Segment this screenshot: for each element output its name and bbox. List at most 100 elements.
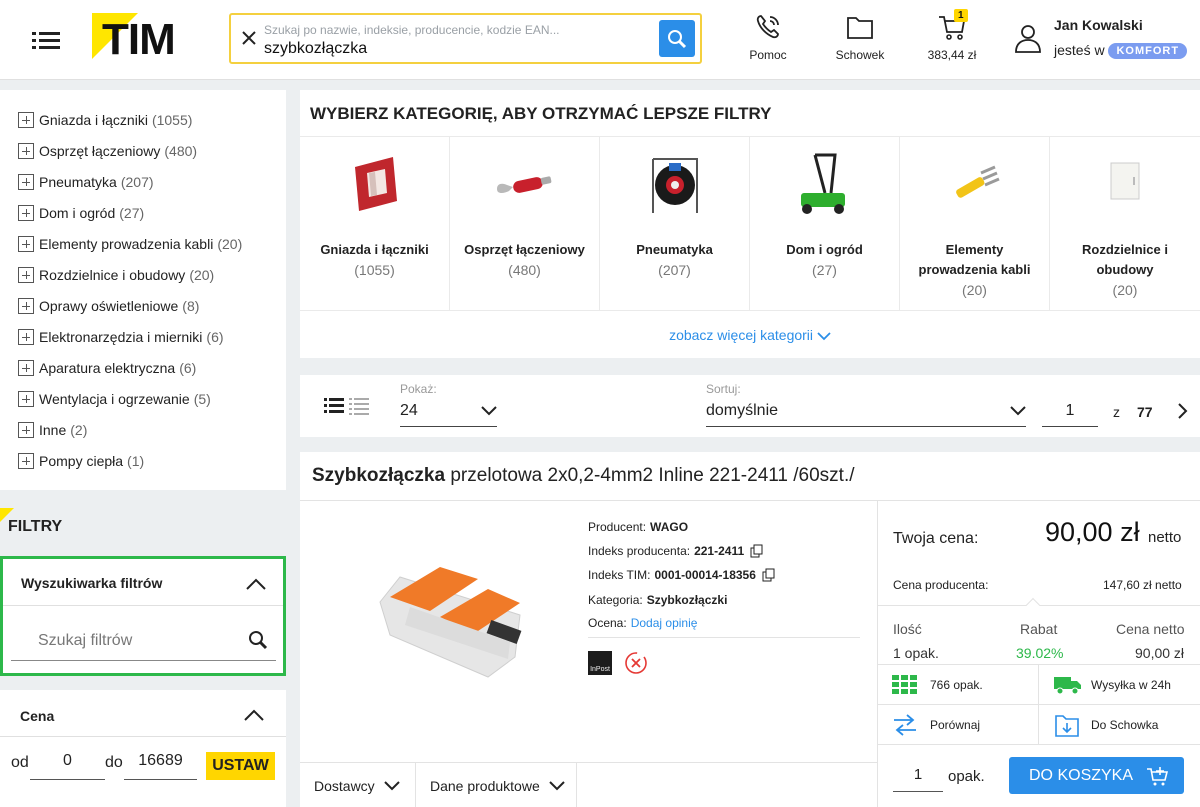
copy-icon[interactable] (750, 544, 764, 558)
category-count: (5) (193, 391, 211, 407)
compact-list-view-icon[interactable] (349, 397, 369, 415)
compare-button[interactable]: Porównaj (890, 710, 1030, 738)
caret-marker (1025, 597, 1041, 613)
search-button[interactable] (659, 20, 695, 57)
tim-logo[interactable]: TIM (92, 13, 188, 64)
producer-price-label: Cena producenta: (893, 578, 989, 592)
category-item[interactable]: Pneumatyka (207) (18, 172, 154, 192)
category-item[interactable]: Wentylacja i ogrzewanie (5) (18, 389, 211, 409)
more-categories-label: zobacz więcej kategorii (669, 327, 814, 343)
category-tile[interactable]: Dom i ogród (27) (750, 136, 900, 310)
tile-label: Gniazda i łączniki (1055) (306, 240, 443, 281)
expand-plus-icon[interactable] (18, 360, 34, 376)
add-to-storage-label: Do Schowka (1091, 718, 1159, 732)
category-item[interactable]: Inne (2) (18, 420, 87, 440)
expand-plus-icon[interactable] (18, 329, 34, 345)
tab-product-data[interactable]: Dane produktowe (430, 763, 566, 807)
expand-plus-icon[interactable] (18, 143, 34, 159)
category-item[interactable]: Gniazda i łączniki (1055) (18, 110, 192, 130)
expand-plus-icon[interactable] (18, 453, 34, 469)
chevron-up-icon[interactable] (243, 708, 265, 722)
list-view-icon[interactable] (324, 397, 344, 415)
chevron-right-icon[interactable] (1176, 402, 1188, 420)
category-tile[interactable]: Elementy prowadzenia kabli (20) (900, 136, 1050, 310)
search-box[interactable]: Szukaj po nazwie, indeksie, producencie,… (229, 13, 702, 64)
expand-plus-icon[interactable] (18, 112, 34, 128)
expand-plus-icon[interactable] (18, 298, 34, 314)
expand-plus-icon[interactable] (18, 422, 34, 438)
tile-count: (480) (508, 262, 541, 278)
user-account[interactable]: Jan Kowalski jesteś w KOMFORT (1012, 16, 1192, 66)
category-tile[interactable]: Gniazda i łączniki (1055) (300, 136, 450, 310)
storage-label: Schowek (835, 48, 885, 62)
category-count: (20) (217, 236, 243, 252)
chevron-down-icon[interactable] (480, 405, 498, 417)
folder-download-icon (1055, 715, 1079, 737)
col-discount: Rabat (1020, 621, 1058, 637)
category-tile[interactable]: Rozdzielnice i obudowy (20) (1050, 136, 1200, 310)
category-item[interactable]: Pompy ciepła (1) (18, 451, 144, 471)
expand-plus-icon[interactable] (18, 391, 34, 407)
tab-suppliers[interactable]: Dostawcy (314, 763, 401, 807)
category-item[interactable]: Dom i ogród (27) (18, 203, 144, 223)
product-card: Szybkozłączka przelotowa 2x0,2-4mm2 Inli… (300, 452, 1200, 807)
chevron-down-icon[interactable] (1009, 405, 1027, 417)
category-item[interactable]: Aparatura elektryczna (6) (18, 358, 196, 378)
filters-heading: FILTRY (8, 518, 63, 535)
chevron-up-icon[interactable] (245, 577, 267, 591)
hamburger-menu-icon[interactable] (32, 30, 60, 52)
meta-tim-index: Indeks TIM: 0001-00014-18356 (588, 568, 776, 582)
add-to-cart-button[interactable]: DO KOSZYKA (1009, 757, 1184, 794)
category-count: (1055) (151, 112, 193, 128)
category-label: Gniazda i łączniki (39, 112, 148, 128)
col-qty: Ilość (893, 621, 922, 637)
clear-search-icon[interactable] (239, 28, 259, 48)
category-count: (8) (182, 298, 200, 314)
category-item[interactable]: Oprawy oświetleniowe (8) (18, 296, 199, 316)
expand-plus-icon[interactable] (18, 174, 34, 190)
category-item[interactable]: Elektronarzędzia i mierniki (6) (18, 327, 224, 347)
category-tile[interactable]: Pneumatyka (207) (600, 136, 750, 310)
divider (878, 704, 1200, 705)
copy-icon[interactable] (762, 568, 776, 582)
category-label: Elektronarzędzia i mierniki (39, 329, 203, 345)
divider (3, 605, 283, 606)
more-categories-link[interactable]: zobacz więcej kategorii (300, 310, 1200, 358)
tile-name: Gniazda i łączniki (320, 242, 429, 257)
search-input[interactable]: szybkozłączka (264, 40, 367, 58)
storage-button[interactable]: Schowek (833, 12, 887, 62)
expand-plus-icon[interactable] (18, 236, 34, 252)
help-label: Pomoc (749, 48, 787, 62)
price-from-input[interactable]: 0 (30, 752, 105, 780)
user-level-prefix: jesteś w (1054, 42, 1105, 58)
help-button[interactable]: Pomoc (746, 12, 790, 62)
filter-search-input[interactable]: Szukaj filtrów (38, 632, 132, 650)
price-apply-button[interactable]: USTAW (206, 752, 275, 780)
category-item[interactable]: Elementy prowadzenia kabli (20) (18, 234, 242, 254)
meta-label: Kategoria: (588, 593, 643, 607)
category-tile[interactable]: Osprzęt łączeniowy (480) (450, 136, 600, 310)
page-number-input[interactable]: 1 (1042, 402, 1098, 420)
product-image[interactable] (370, 547, 540, 687)
cart-button[interactable]: 1 383,44 zł (924, 9, 980, 62)
input-underline (1042, 426, 1098, 427)
price-to-input[interactable]: 16689 (124, 752, 197, 780)
tile-name: Rozdzielnice i obudowy (1082, 242, 1168, 277)
tab-suppliers-label: Dostawcy (314, 777, 375, 794)
add-to-storage-button[interactable]: Do Schowka (1052, 710, 1192, 738)
magnifier-icon[interactable] (247, 629, 269, 651)
category-item[interactable]: Rozdzielnice i obudowy (20) (18, 265, 214, 285)
expand-plus-icon[interactable] (18, 205, 34, 221)
page-size-select[interactable]: 24 (400, 402, 418, 420)
product-title[interactable]: Szybkozłączka przelotowa 2x0,2-4mm2 Inli… (312, 465, 855, 487)
add-review-link[interactable]: Dodaj opinię (631, 616, 698, 630)
producer-price: 147,60 zł netto (1103, 578, 1182, 592)
meta-category: Kategoria: Szybkozłączki (588, 593, 727, 607)
category-item[interactable]: Osprzęt łączeniowy (480) (18, 141, 197, 161)
meta-label: Indeks TIM: (588, 568, 651, 582)
expand-plus-icon[interactable] (18, 267, 34, 283)
category-label: Pompy ciepła (39, 453, 124, 469)
quantity-input[interactable]: 1 (893, 766, 943, 792)
sort-select[interactable]: domyślnie (706, 402, 778, 420)
page-size-label: Pokaż: (400, 382, 437, 396)
